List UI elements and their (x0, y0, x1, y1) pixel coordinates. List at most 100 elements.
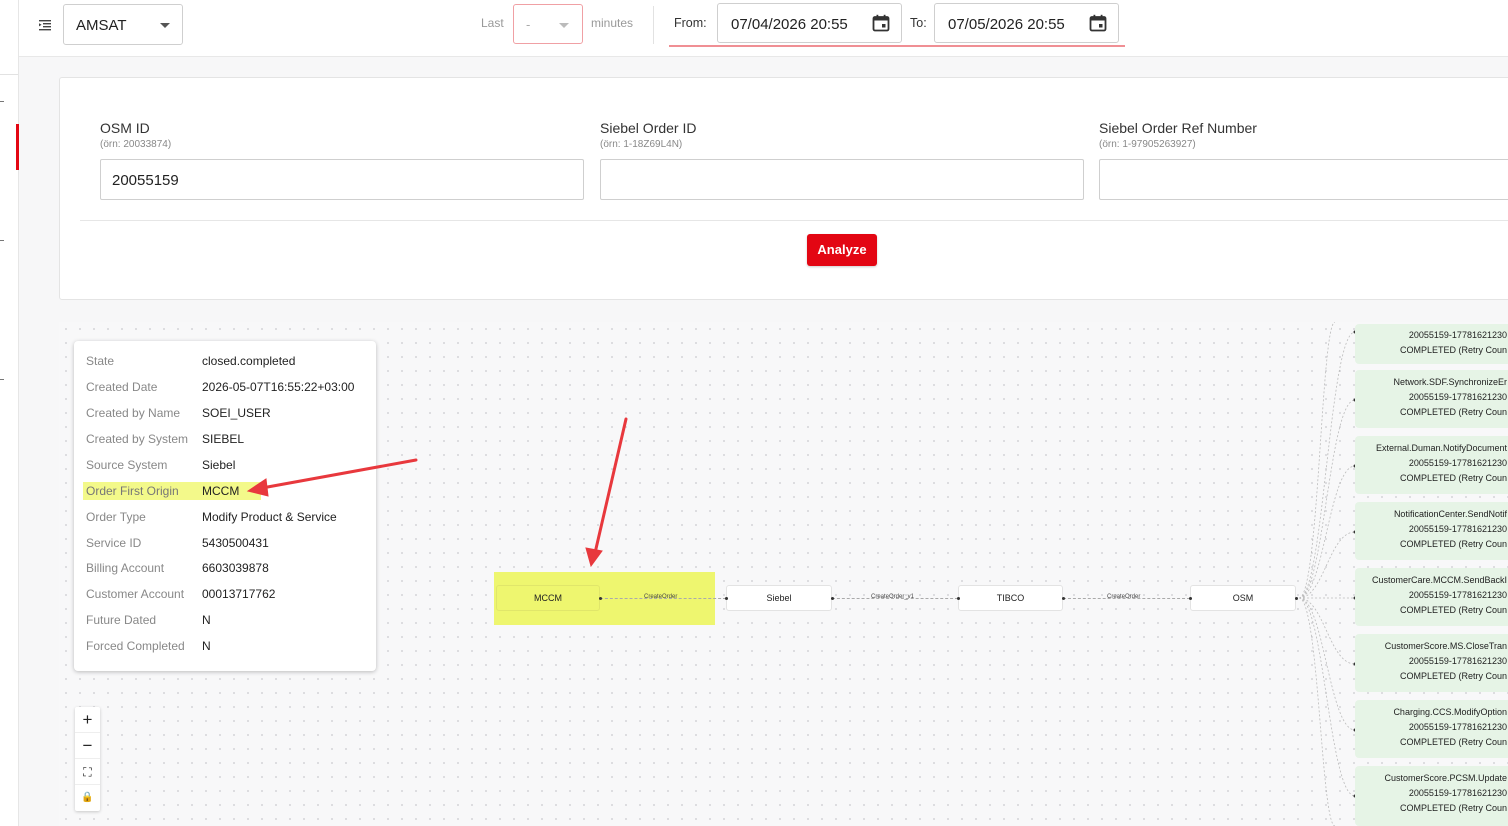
info-key: State (86, 354, 115, 368)
info-value: MCCM (202, 484, 240, 498)
flow-node-tibco[interactable]: TIBCO (958, 585, 1063, 611)
menu-collapse-icon[interactable] (37, 17, 53, 33)
info-row-created-by-system: Created by System SIEBEL (74, 429, 376, 449)
top-bar: AMSAT Last - minutes From: 07/04/2026 20… (19, 0, 1508, 57)
edge-handle (599, 597, 602, 600)
to-date-value: 07/05/2026 20:55 (948, 16, 1065, 33)
rail-item[interactable] (0, 101, 4, 102)
task-name: NotificationCenter.SendNotif (1393, 509, 1507, 519)
info-value: SOEI_USER (202, 406, 271, 420)
task-status: COMPLETED (Retry Coun (1399, 407, 1507, 417)
zoom-out-icon[interactable]: − (75, 733, 100, 759)
task-node[interactable]: NotificationCenter.SendNotif 20055159-17… (1355, 502, 1508, 560)
last-minutes-value: - (526, 17, 531, 32)
order-info-panel: State closed.completed Created Date 2026-0… (74, 341, 376, 671)
task-id: 20055159-17781621230 (1408, 656, 1507, 666)
edge-label: CreateOrder_v1 (871, 594, 915, 600)
info-value: 5430500431 (202, 536, 269, 550)
info-row-source-system: Source System Siebel (74, 455, 376, 475)
flow-node-osm[interactable]: OSM (1190, 585, 1296, 611)
siebel-order-id-hint: (örn: 1-18Z69L4N) (600, 139, 683, 150)
to-label: To: (910, 16, 927, 30)
siebel-order-id-input[interactable] (600, 159, 1084, 200)
edge-handle (1062, 597, 1065, 600)
flow-node-mccm[interactable]: MCCM (496, 585, 600, 611)
info-key: Forced Completed (86, 639, 185, 653)
info-key: Order First Origin (86, 484, 179, 498)
info-row-order-type: Order Type Modify Product & Service (74, 507, 376, 527)
to-date-input[interactable]: 07/05/2026 20:55 (934, 3, 1119, 43)
rail-item[interactable] (0, 379, 4, 380)
rail-item[interactable] (0, 240, 4, 241)
edge-handle (1295, 597, 1298, 600)
task-id: 20055159-17781621230 (1408, 392, 1507, 402)
info-value: closed.completed (202, 354, 296, 368)
date-range-group: From: 07/04/2026 20:55 To: 07/05/2026 20… (669, 0, 1125, 47)
task-name: CustomerScore.MS.CloseTran (1384, 641, 1507, 651)
task-status: COMPLETED (Retry Coun (1399, 345, 1507, 355)
task-status: COMPLETED (Retry Coun (1399, 737, 1507, 747)
task-node[interactable]: CustomerCare.MCCM.SendBackI 20055159-177… (1355, 568, 1508, 626)
info-key: Created by Name (86, 406, 181, 420)
card-divider (80, 220, 1508, 221)
calendar-icon[interactable] (1088, 13, 1108, 33)
fit-view-icon[interactable]: ⛶ (75, 759, 100, 785)
task-node[interactable]: CustomerScore.PCSM.Update 20055159-17781… (1355, 766, 1508, 826)
task-node[interactable]: External.Duman.NotifyDocument 20055159-1… (1355, 436, 1508, 494)
task-id: 20055159-17781621230 (1408, 330, 1507, 340)
info-value: Siebel (202, 458, 236, 472)
task-id: 20055159-17781621230 (1408, 788, 1507, 798)
left-rail (0, 0, 19, 826)
info-key: Billing Account (86, 561, 165, 575)
siebel-order-ref-label: Siebel Order Ref Number (1099, 120, 1257, 136)
chevron-down-icon (160, 23, 170, 28)
task-id: 20055159-17781621230 (1408, 590, 1507, 600)
minutes-label: minutes (591, 16, 634, 30)
task-status: COMPLETED (Retry Coun (1399, 671, 1507, 681)
environment-select[interactable]: AMSAT (63, 4, 183, 45)
from-date-input[interactable]: 07/04/2026 20:55 (717, 3, 902, 43)
analyze-button[interactable]: Analyze (807, 234, 877, 266)
task-status: COMPLETED (Retry Coun (1399, 539, 1507, 549)
info-value: N (202, 613, 211, 627)
lock-icon[interactable]: 🔒 (75, 785, 100, 811)
task-id: 20055159-17781621230 (1408, 458, 1507, 468)
flow-node-siebel[interactable]: Siebel (726, 585, 832, 611)
edge-handle (725, 597, 728, 600)
task-node[interactable]: CustomerScore.MS.CloseTran 20055159-1778… (1355, 634, 1508, 692)
osm-id-label: OSM ID (100, 120, 150, 136)
from-label: From: (674, 16, 707, 30)
task-status: COMPLETED (Retry Coun (1399, 803, 1507, 813)
info-row-created-by-name: Created by Name SOEI_USER (74, 403, 376, 423)
info-key: Order Type (86, 510, 146, 524)
osm-id-value: 20055159 (112, 172, 179, 189)
last-minutes-select[interactable]: - (513, 4, 583, 44)
edge-handle (957, 597, 960, 600)
task-status: COMPLETED (Retry Coun (1399, 605, 1507, 615)
edge-label: CreateOrder (1107, 594, 1141, 600)
task-name: CustomerScore.PCSM.Update (1384, 773, 1507, 783)
task-id: 20055159-17781621230 (1408, 524, 1507, 534)
flow-canvas[interactable]: State closed.completed Created Date 2026-0… (59, 322, 1508, 826)
info-row-service-id: Service ID 5430500431 (74, 533, 376, 553)
task-node[interactable]: 20055159-17781621230 COMPLETED (Retry Co… (1355, 324, 1508, 364)
edge-label: CreateOrder (644, 594, 678, 600)
siebel-order-id-label: Siebel Order ID (600, 120, 697, 136)
task-status: COMPLETED (Retry Coun (1399, 473, 1507, 483)
header-divider (653, 6, 654, 44)
zoom-in-icon[interactable]: + (75, 707, 100, 733)
info-row-state: State closed.completed (74, 351, 376, 371)
task-node[interactable]: Charging.CCS.ModifyOption 20055159-17781… (1355, 700, 1508, 758)
task-name: External.Duman.NotifyDocument (1375, 443, 1507, 453)
zoom-controls: + − ⛶ 🔒 (75, 707, 100, 811)
osm-id-input[interactable]: 20055159 (100, 159, 584, 200)
environment-value: AMSAT (76, 17, 127, 34)
calendar-icon[interactable] (871, 13, 891, 33)
task-node[interactable]: Network.SDF.SynchronizeEr 20055159-17781… (1355, 370, 1508, 428)
osm-id-field: OSM ID (örn: 20033874) 20055159 (100, 120, 584, 200)
rail-active-indicator (16, 124, 19, 170)
info-row-future-dated: Future Dated N (74, 610, 376, 630)
info-value: 00013717762 (202, 587, 276, 601)
siebel-order-ref-input[interactable] (1099, 159, 1508, 200)
siebel-order-ref-hint: (örn: 1-97905263927) (1099, 139, 1196, 150)
